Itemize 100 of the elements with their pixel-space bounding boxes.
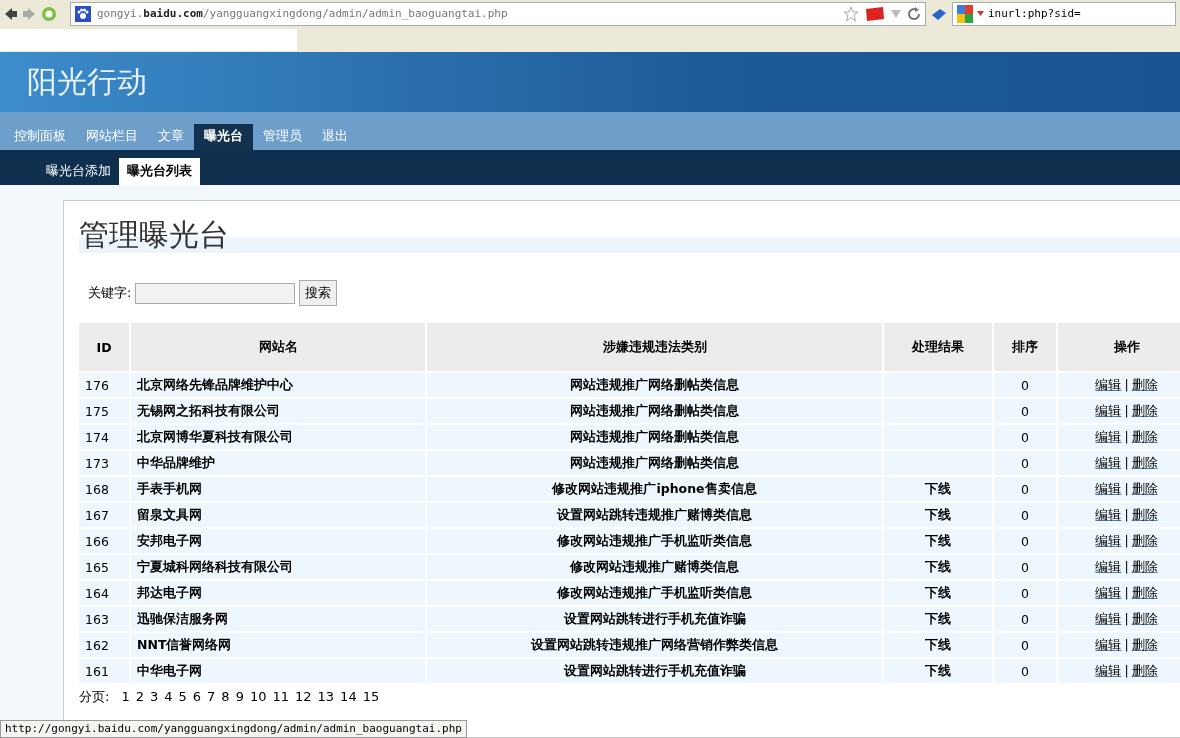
back-icon[interactable] [4,6,18,21]
separator-text: | [1124,558,1129,574]
separator-text: | [1124,662,1129,678]
sort-cell: 0 [994,373,1056,397]
edit-link[interactable]: 编辑 [1095,584,1122,600]
edit-link[interactable]: 编辑 [1095,376,1122,392]
separator-text: | [1124,402,1129,418]
site-name-cell: 宁夏城科网络科技有限公司 [131,555,425,579]
delete-link[interactable]: 删除 [1131,558,1158,574]
page-link[interactable]: 5 [178,689,187,705]
page-link[interactable]: 14 [340,689,357,705]
delete-link[interactable]: 删除 [1131,532,1158,548]
keyword-label: 关键字: [88,284,132,302]
search-text: inurl:php?sid= [988,7,1081,20]
id-cell: 162 [79,633,129,657]
sort-cell: 0 [994,659,1056,683]
sort-cell: 0 [994,581,1056,605]
separator-text: | [1124,532,1129,548]
edit-link[interactable]: 编辑 [1095,428,1122,444]
delete-link[interactable]: 删除 [1131,480,1158,496]
pagination-label: 分页: [79,689,110,705]
id-cell: 168 [79,477,129,501]
separator-text: | [1124,584,1129,600]
site-name-cell: 北京网络先锋品牌维护中心 [131,373,425,397]
result-cell: 下线 [884,581,992,605]
separator-text: | [1124,428,1129,444]
category-cell: 网站违规推广网络删帖类信息 [427,425,882,449]
site-name-cell: 无锡网之拓科技有限公司 [131,399,425,423]
address-bar[interactable]: gongyi.baidu.com/yangguangxingdong/admin/admin_baoguangtai.php [70,1,926,26]
page-link[interactable]: 15 [362,689,380,705]
edit-link[interactable]: 编辑 [1095,662,1122,678]
delete-link[interactable]: 删除 [1131,584,1158,600]
edit-link[interactable]: 编辑 [1095,610,1122,626]
result-cell: 下线 [884,607,992,631]
subnav-tab[interactable]: 曝光台列表 [119,158,200,185]
delete-link[interactable]: 删除 [1131,402,1158,418]
category-cell: 修改网站违规推广赌博类信息 [427,555,882,579]
category-cell: 修改网站违规推广iphone售卖信息 [427,477,882,501]
category-cell: 设置网站跳转进行手机充值诈骗 [427,607,882,631]
site-name-cell: NNT信誉网络网 [131,633,425,657]
url-text: gongyi.baidu.com/yangguangxingdong/admin/admin_baoguangtai.php [97,7,509,20]
page-link[interactable]: 12 [295,689,312,705]
edit-link[interactable]: 编辑 [1095,636,1122,652]
id-cell: 174 [79,425,129,449]
sort-cell: 0 [994,425,1056,449]
column-header: 操作 [1058,323,1180,371]
delete-link[interactable]: 删除 [1131,376,1158,392]
result-cell: 下线 [884,555,992,579]
site-name-cell: 中华电子网 [131,659,425,683]
delete-link[interactable]: 删除 [1131,610,1158,626]
site-name-cell: 邦达电子网 [131,581,425,605]
page-link[interactable]: 2 [135,689,144,705]
flag-icon[interactable] [865,5,885,22]
refresh-icon[interactable] [907,6,921,21]
delete-link[interactable]: 删除 [1131,636,1158,652]
delete-link[interactable]: 删除 [1131,454,1158,470]
id-cell: 161 [79,659,129,683]
delete-link[interactable]: 删除 [1131,506,1158,522]
caret-icon[interactable] [977,11,984,16]
column-header: 处理结果 [884,323,992,371]
page-link[interactable]: 10 [249,689,267,705]
separator-text: | [1124,376,1129,392]
category-cell: 修改网站违规推广手机监听类信息 [427,581,882,605]
edit-link[interactable]: 编辑 [1095,558,1122,574]
separator-text: | [1124,454,1129,470]
page-link[interactable]: 6 [192,689,202,705]
page-link[interactable]: 1 [121,689,130,705]
site-title: 阳光行动 [27,62,147,101]
search-button[interactable]: 搜索 [299,280,338,306]
sort-cell: 0 [994,633,1056,657]
edit-link[interactable]: 编辑 [1095,506,1122,522]
edit-link[interactable]: 编辑 [1095,402,1122,418]
sort-cell: 0 [994,477,1056,501]
edit-link[interactable]: 编辑 [1095,480,1122,496]
page-link[interactable]: 13 [317,689,335,705]
delete-link[interactable]: 删除 [1131,428,1158,444]
page-link[interactable]: 11 [272,689,289,705]
star-icon[interactable] [843,5,859,22]
column-header: ID [79,323,129,371]
site-name-cell: 安邦电子网 [131,529,425,553]
subnav-tab[interactable]: 曝光台添加 [38,158,119,185]
edit-link[interactable]: 编辑 [1095,454,1122,470]
page-link[interactable]: 3 [149,689,159,705]
column-header: 涉嫌违规违法类别 [427,323,882,371]
delete-link[interactable]: 删除 [1131,662,1158,678]
id-cell: 176 [79,373,129,397]
site-name-cell: 中华品牌维护 [131,451,425,475]
search-field[interactable]: inurl:php?sid= [952,1,1176,26]
page-link[interactable]: 4 [164,689,173,705]
separator-text: | [1124,506,1129,522]
edit-link[interactable]: 编辑 [1095,532,1122,548]
category-cell: 网站违规推广网络删帖类信息 [427,399,882,423]
result-cell: 下线 [884,503,992,527]
sort-cell: 0 [994,607,1056,631]
page-link[interactable]: 8 [221,689,230,705]
keyword-field[interactable] [135,282,296,304]
page-link[interactable]: 9 [235,689,244,705]
page-link[interactable]: 7 [207,689,216,705]
id-cell: 165 [79,555,129,579]
nav-tab[interactable]: 曝光台 [194,124,253,150]
